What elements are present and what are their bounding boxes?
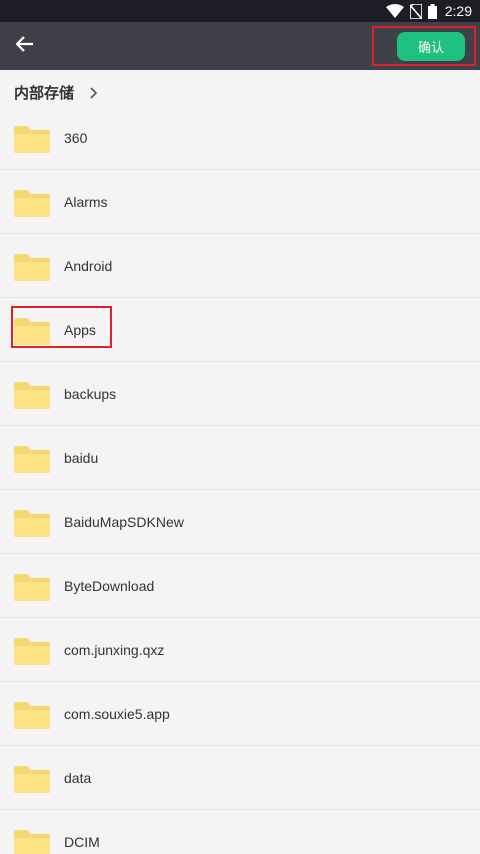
folder-name: Android — [64, 258, 113, 274]
status-time: 2:29 — [444, 3, 472, 19]
folder-icon — [14, 510, 50, 537]
no-sim-icon — [409, 3, 422, 19]
folder-icon — [14, 638, 50, 665]
folder-name: Alarms — [64, 194, 108, 210]
folder-row[interactable]: Apps — [0, 298, 480, 362]
folder-icon — [14, 254, 50, 281]
folder-row[interactable]: DCIM — [0, 810, 480, 854]
folder-name: BaiduMapSDKNew — [64, 514, 184, 530]
battery-icon — [427, 3, 437, 19]
wifi-icon — [385, 4, 404, 18]
folder-row[interactable]: ByteDownload — [0, 554, 480, 618]
file-picker-screen: 2:29 确认 内部存储 360 Alarms Android Apps backups… — [0, 0, 480, 854]
folder-icon — [14, 190, 50, 217]
folder-row[interactable]: Alarms — [0, 170, 480, 234]
app-bar: 确认 — [0, 22, 480, 70]
folder-row[interactable]: Android — [0, 234, 480, 298]
folder-icon — [14, 830, 50, 854]
folder-row[interactable]: com.souxie5.app — [0, 682, 480, 746]
status-bar: 2:29 — [0, 0, 480, 22]
folder-icon — [14, 766, 50, 793]
folder-name: com.junxing.qxz — [64, 642, 165, 658]
breadcrumb-internal-storage[interactable]: 内部存储 — [14, 82, 74, 103]
folder-name: data — [64, 770, 92, 786]
folder-name: 360 — [64, 130, 88, 146]
folder-name: com.souxie5.app — [64, 706, 170, 722]
folder-row[interactable]: data — [0, 746, 480, 810]
folder-icon — [14, 702, 50, 729]
confirm-button[interactable]: 确认 — [397, 32, 465, 61]
folder-name: baidu — [64, 450, 99, 466]
folder-highlight-box — [11, 306, 112, 348]
folder-icon — [14, 382, 50, 409]
folder-icon — [14, 574, 50, 601]
folder-icon — [14, 446, 50, 473]
folder-row[interactable]: backups — [0, 362, 480, 426]
folder-name: backups — [64, 386, 117, 402]
folder-name: ByteDownload — [64, 578, 155, 594]
folder-row[interactable]: baidu — [0, 426, 480, 490]
back-button[interactable] — [10, 31, 40, 61]
folder-row[interactable]: com.junxing.qxz — [0, 618, 480, 682]
arrow-left-icon — [15, 36, 34, 56]
folder-list: 360 Alarms Android Apps backups baidu BaiduMap… — [0, 106, 480, 854]
folder-icon — [14, 126, 50, 153]
folder-row[interactable]: 360 — [0, 106, 480, 170]
folder-name: DCIM — [64, 834, 100, 850]
folder-row[interactable]: BaiduMapSDKNew — [0, 490, 480, 554]
chevron-right-icon — [90, 86, 98, 99]
